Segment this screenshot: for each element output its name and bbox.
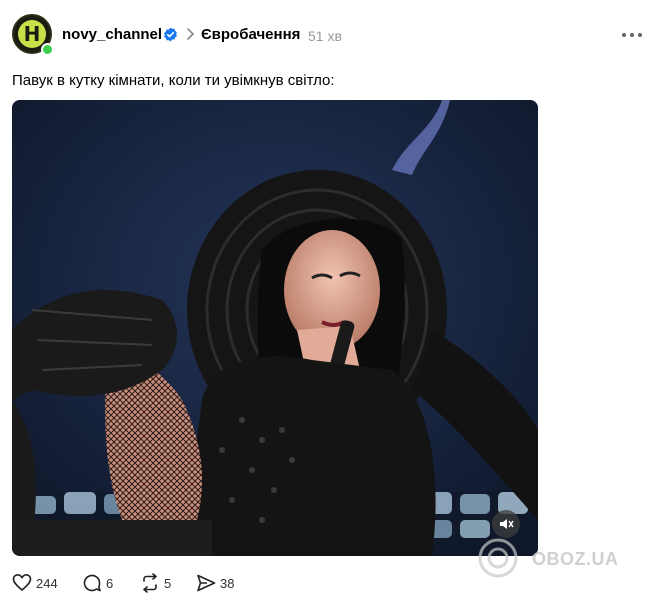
repost-icon: [143, 573, 157, 593]
repost-button[interactable]: 5: [140, 572, 171, 594]
like-count: 244: [36, 575, 58, 591]
share-button[interactable]: 38: [196, 572, 234, 594]
share-count: 38: [220, 575, 235, 591]
chevron-right-icon: [187, 28, 195, 40]
reply-count: 6: [106, 575, 114, 591]
reply-button[interactable]: 6: [82, 572, 113, 594]
video-frame: [12, 100, 538, 556]
post-time: 51 хв: [308, 28, 342, 44]
watermark-text: OBOZ.UA: [532, 549, 619, 569]
online-indicator: [41, 43, 54, 56]
heart-icon: [12, 573, 32, 592]
speaker-muted-icon: [500, 519, 514, 529]
like-button[interactable]: 244: [12, 572, 58, 594]
author-username[interactable]: novy_channel: [62, 26, 162, 43]
post-actions: 244 6 5 38: [12, 572, 412, 594]
send-icon: [197, 574, 216, 592]
post-header: H novy_channel Євробачення 51 хв: [12, 14, 643, 58]
verified-badge-icon: [164, 27, 177, 42]
post-caption: Павук в кутку кімнати, коли ти увімкнув …: [12, 72, 335, 89]
more-options-icon[interactable]: [621, 32, 643, 38]
video-player[interactable]: [12, 100, 538, 556]
topic-link[interactable]: Євробачення: [201, 26, 300, 43]
comment-icon: [83, 574, 101, 592]
mute-toggle-button[interactable]: [492, 510, 520, 538]
repost-count: 5: [164, 575, 172, 591]
avatar-letter: H: [18, 20, 46, 48]
